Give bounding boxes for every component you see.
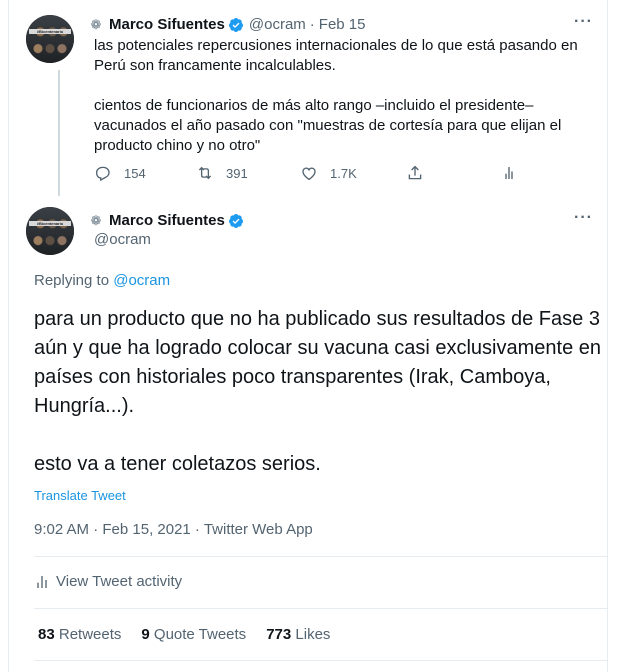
- tweet-paragraph: esto va a tener coletazos serios.: [34, 453, 321, 475]
- retweets-label: Retweets: [58, 626, 122, 643]
- share-icon: [408, 165, 422, 180]
- thread-line: [58, 70, 60, 196]
- replying-label: Replying to: [34, 272, 110, 289]
- tweet-paragraph: para un producto que no ha publicado sus…: [34, 308, 602, 417]
- author-name[interactable]: Marco Sifuentes: [109, 212, 225, 229]
- likes-stat[interactable]: 773 Likes: [266, 626, 330, 643]
- retweet-button[interactable]: 391: [196, 164, 248, 182]
- avatar[interactable]: #Bicentenario: [26, 207, 74, 255]
- activity-label: View Tweet activity: [56, 573, 183, 590]
- heart-icon: [302, 167, 316, 181]
- tweet-date[interactable]: Feb 15: [319, 16, 366, 33]
- translate-tweet-link[interactable]: Translate Tweet: [34, 488, 126, 503]
- retweet-icon: [198, 166, 212, 180]
- replying-to-link[interactable]: @ocram: [113, 272, 170, 289]
- verified-badge-icon: [228, 17, 243, 32]
- author-handle[interactable]: @ocram: [94, 231, 151, 248]
- author-handle[interactable]: @ocram: [249, 16, 306, 33]
- more-options-icon[interactable]: ···: [574, 13, 593, 31]
- divider: [34, 608, 607, 609]
- quote-tweets-stat[interactable]: 9 Quote Tweets: [141, 626, 246, 643]
- quote-tweets-label: Quote Tweets: [153, 626, 247, 643]
- author-name[interactable]: Marco Sifuentes: [109, 16, 225, 33]
- divider: [34, 660, 607, 661]
- author-row: ❁ Marco Sifuentes @ocram · Feb 15: [89, 16, 366, 33]
- reply-button[interactable]: 154: [94, 164, 146, 182]
- separator: ·: [309, 16, 315, 33]
- gear-icon: ❁: [90, 16, 102, 32]
- avatar[interactable]: #Bicentenario: [26, 15, 74, 63]
- quote-tweets-count: 9: [141, 626, 150, 643]
- retweets-count: 83: [38, 626, 55, 643]
- like-count: 1.7K: [330, 165, 357, 181]
- verified-badge-icon: [228, 213, 243, 228]
- reply-count: 154: [124, 165, 146, 181]
- reply-icon: [95, 166, 110, 182]
- tweet-text: para un producto que no ha publicado sus…: [34, 305, 604, 479]
- tweet-timestamp[interactable]: 9:02 AM · Feb 15, 2021 · Twitter Web App: [34, 521, 313, 538]
- more-options-icon[interactable]: ···: [574, 209, 593, 227]
- tweet-text: las potenciales repercusiones internacio…: [94, 37, 578, 154]
- tweet-thread: #Bicentenario ❁ Marco Sifuentes @ocram ·…: [8, 0, 608, 672]
- analytics-button[interactable]: [500, 164, 530, 182]
- view-tweet-activity-link[interactable]: View Tweet activity: [34, 573, 182, 590]
- tweet-stats: 83 Retweets 9 Quote Tweets 773 Likes: [38, 626, 350, 643]
- replying-to: Replying to @ocram: [34, 272, 170, 289]
- likes-label: Likes: [295, 626, 331, 643]
- author-row: ❁ Marco Sifuentes: [89, 212, 244, 229]
- share-button[interactable]: [406, 164, 436, 182]
- analytics-icon: [37, 575, 47, 588]
- divider: [34, 556, 607, 557]
- avatar-banner: #Bicentenario: [29, 29, 71, 34]
- retweet-count: 391: [226, 165, 248, 181]
- gear-icon: ❁: [90, 212, 102, 228]
- analytics-icon: [505, 167, 513, 179]
- likes-count: 773: [266, 626, 292, 643]
- like-button[interactable]: 1.7K: [300, 164, 357, 182]
- retweets-stat[interactable]: 83 Retweets: [38, 626, 121, 643]
- avatar-banner: #Bicentenario: [29, 221, 71, 226]
